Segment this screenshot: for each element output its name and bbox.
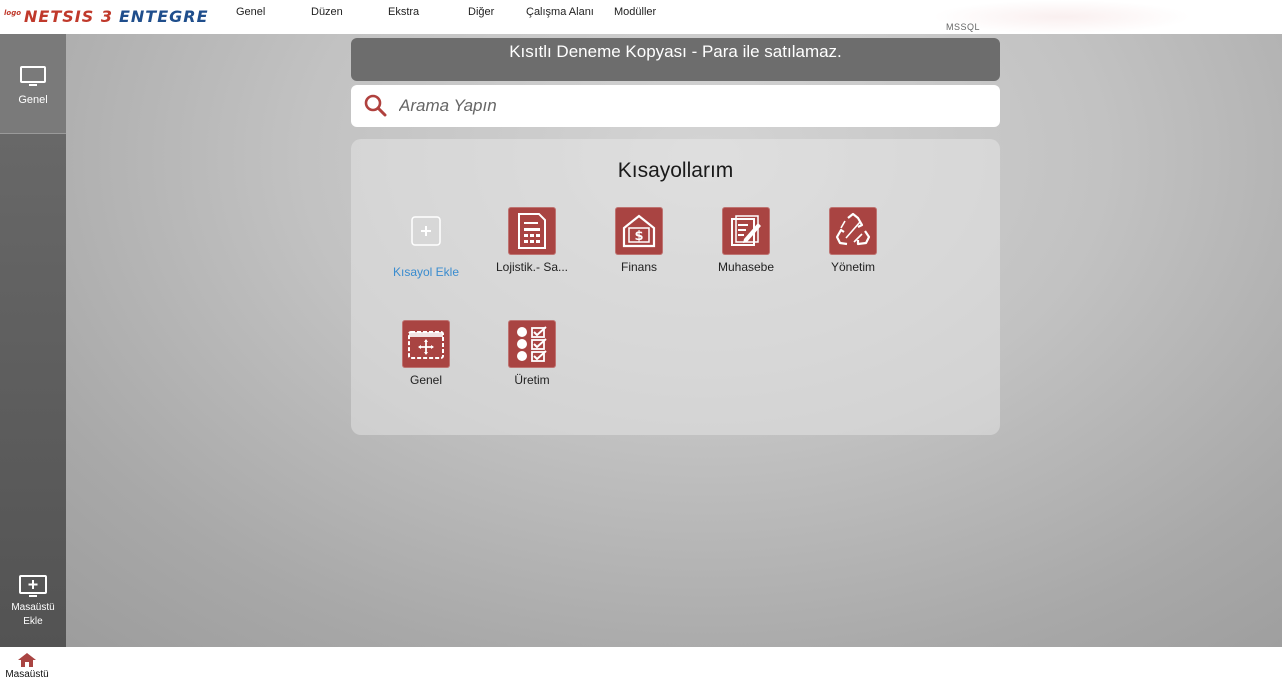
search-icon [364, 94, 387, 117]
accounting-edit-icon [722, 207, 770, 255]
plus-square-icon [402, 207, 450, 255]
shortcut-lojistik[interactable]: Lojistik.- Sa... [484, 207, 580, 274]
logo-main-text: NETSIS 3 [24, 7, 113, 26]
shortcut-uretim[interactable]: Üretim [484, 320, 580, 387]
menu-item-diger[interactable]: Diğer [468, 6, 494, 18]
add-desktop-label-line1: Masaüstü [11, 602, 55, 613]
add-shortcut-label: Kısayol Ekle [392, 265, 460, 279]
top-menu-bar: logo NETSIS 3 ENTEGRE Genel Düzen Ekstra… [0, 0, 1282, 34]
monitor-plus-icon [18, 574, 48, 600]
recycle-icon [829, 207, 877, 255]
menu-item-ekstra[interactable]: Ekstra [388, 6, 419, 18]
bottom-taskbar: Masaüstü [0, 647, 1282, 690]
general-move-icon [402, 320, 450, 368]
shortcut-genel-label: Genel [409, 373, 443, 387]
app-logo: logo NETSIS 3 ENTEGRE [4, 4, 209, 26]
add-desktop-label-line2: Ekle [23, 616, 43, 627]
logo-suffix-text: ENTEGRE [118, 7, 209, 26]
document-calculator-icon [508, 207, 556, 255]
shortcut-muhasebe-label: Muhasebe [717, 260, 775, 274]
shortcut-genel[interactable]: Genel [378, 320, 474, 387]
shortcut-muhasebe[interactable]: Muhasebe [698, 207, 794, 274]
logo-prefix: logo [4, 9, 22, 17]
search-input[interactable] [399, 96, 959, 116]
shortcut-lojistik-label: Lojistik.- Sa... [495, 260, 569, 274]
sidebar-item-genel[interactable]: Genel [0, 34, 66, 134]
left-sidebar: Genel Masaüstü Ekle [0, 34, 66, 647]
shortcut-finans[interactable]: $ Finans [591, 207, 687, 274]
search-bar [351, 85, 1000, 127]
sidebar-item-genel-label: Genel [18, 94, 48, 106]
menu-item-genel[interactable]: Genel [236, 6, 265, 18]
taskbar-desktop-label: Masaüstü [5, 669, 49, 680]
shortcut-yonetim[interactable]: Yönetim [805, 207, 901, 274]
shortcut-finans-label: Finans [620, 260, 658, 274]
add-shortcut-button[interactable]: Kısayol Ekle [378, 207, 474, 279]
taskbar-desktop-button[interactable]: Masaüstü [0, 653, 54, 680]
shortcut-uretim-label: Üretim [514, 373, 550, 387]
database-type-label: MSSQL [945, 22, 980, 32]
add-desktop-button[interactable]: Masaüstü Ekle [0, 574, 66, 634]
home-icon [18, 653, 36, 667]
production-checklist-icon [508, 320, 556, 368]
menu-item-calisma-alani[interactable]: Çalışma Alanı [526, 6, 594, 18]
shortcut-yonetim-label: Yönetim [830, 260, 876, 274]
menu-item-moduller[interactable]: Modüller [614, 6, 656, 18]
menu-item-duzen[interactable]: Düzen [311, 6, 343, 18]
svg-text:$: $ [634, 229, 643, 244]
finance-dollar-icon: $ [615, 207, 663, 255]
trial-banner: Kısıtlı Deneme Kopyası - Para ile satıla… [351, 38, 1000, 81]
shortcuts-title: Kısayollarım [617, 159, 734, 182]
monitor-icon [19, 66, 47, 88]
shortcuts-panel: Kısayollarım Kısayol Ekle Lojistik.- Sa.… [351, 139, 1000, 435]
